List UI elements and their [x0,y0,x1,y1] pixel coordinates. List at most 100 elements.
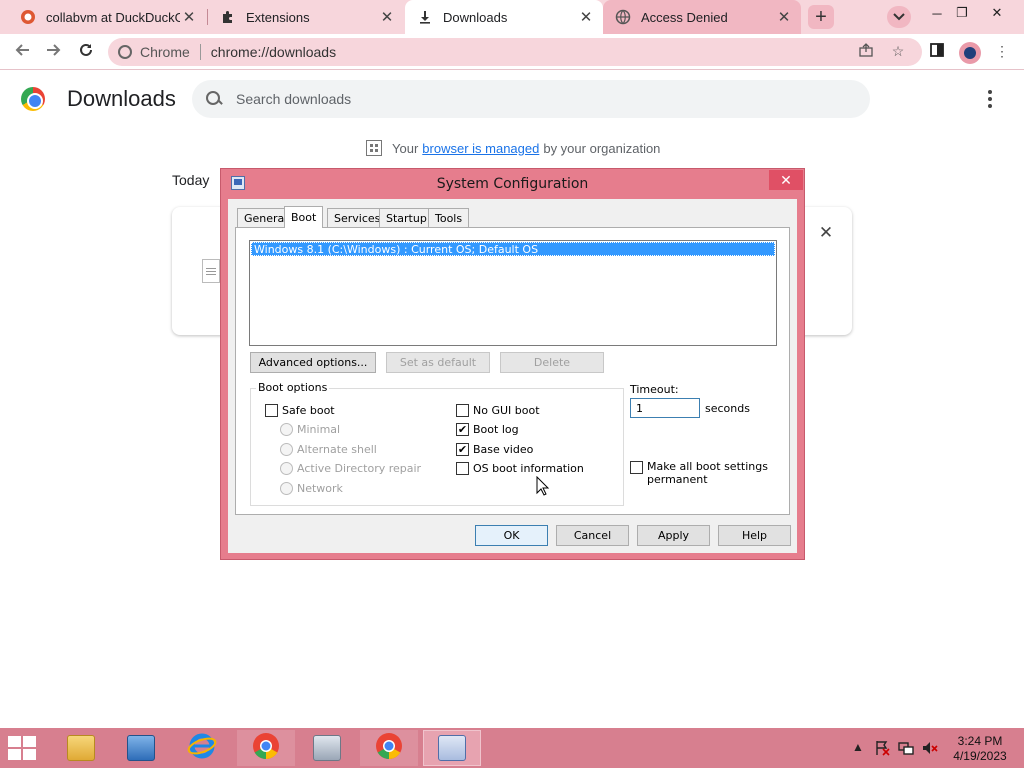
set-as-default-button[interactable]: Set as default [386,352,490,373]
action-center-flag-icon[interactable] [874,740,890,759]
managed-notice: Your browser is managed by your organiza… [366,140,660,156]
tab-strip: collabvm at DuckDuckGo ✕ Extensions ✕ Do… [0,0,1024,34]
taskbar-file-explorer[interactable] [52,730,110,766]
make-permanent-checkbox[interactable]: Make all boot settings permanent [630,460,770,486]
managed-prefix: Your [392,140,419,156]
taskbar: ▲ 3:24 PM 4/19/2023 [0,728,1024,768]
boot-log-checkbox[interactable]: ✔ Boot log [456,423,519,436]
restore-button[interactable]: ❐ [949,3,975,23]
base-video-checkbox[interactable]: ✔ Base video [456,443,533,456]
menu-dot [988,104,992,108]
side-panel-button[interactable] [926,40,948,62]
tab-access-denied[interactable]: Access Denied ✕ [603,0,801,34]
minimize-button[interactable]: ─ [924,3,950,23]
taskbar-chrome-2[interactable] [360,730,418,766]
show-hidden-icons-button[interactable]: ▲ [852,740,864,754]
os-boot-information-checkbox[interactable]: OS boot information [456,462,584,475]
bookmark-button[interactable]: ☆ [887,40,909,62]
forward-arrow-icon [46,42,62,63]
taskbar-chrome-1[interactable] [237,730,295,766]
os-list-item[interactable]: Windows 8.1 (C:\Windows) : Current OS; D… [251,242,775,256]
safe-boot-checkbox[interactable]: Safe boot [265,404,335,417]
taskbar-clock[interactable]: 3:24 PM 4/19/2023 [948,734,1012,764]
radio-circle [280,462,293,475]
forward-button[interactable] [42,40,66,64]
tab-duckduckgo[interactable]: collabvm at DuckDuckGo ✕ [8,0,206,34]
active-directory-repair-radio[interactable]: Active Directory repair [280,462,421,475]
duckduckgo-icon [20,9,36,25]
dialog-close-button[interactable]: ✕ [769,170,803,190]
timeout-input[interactable]: 1 [630,398,700,418]
tab-label: Access Denied [641,9,728,25]
close-icon[interactable]: ✕ [775,8,793,26]
tab-boot[interactable]: Boot [284,206,324,228]
network-icon[interactable] [898,740,914,759]
radio-circle [280,423,293,436]
os-boot-information-label: OS boot information [473,462,584,475]
cancel-button[interactable]: Cancel [556,525,629,546]
more-vert-icon: ⋮ [995,42,1009,59]
tab-extensions[interactable]: Extensions ✕ [208,0,404,34]
dialog-body: General Boot Services Startup Tools Wind… [228,199,797,553]
new-tab-button[interactable]: + [808,5,834,29]
help-button[interactable]: Help [718,525,791,546]
advanced-options-button[interactable]: Advanced options... [250,352,376,373]
boot-log-label: Boot log [473,423,519,436]
minimal-radio[interactable]: Minimal [280,423,340,436]
close-icon[interactable]: ✕ [577,8,595,26]
url-text[interactable]: chrome://downloads [211,44,336,60]
tab-search-button[interactable] [887,6,911,28]
profile-avatar-button[interactable] [959,42,981,64]
tab-tools[interactable]: Tools [428,208,470,227]
close-icon[interactable]: ✕ [378,8,396,26]
apply-button[interactable]: Apply [637,525,710,546]
share-icon [859,42,873,60]
address-bar[interactable]: Chrome chrome://downloads [108,38,922,66]
clock-date: 4/19/2023 [953,749,1007,763]
site-info-chip[interactable]: Chrome [108,44,190,60]
tab-label: Extensions [246,9,310,25]
close-icon: ✕ [991,5,1003,20]
site-label: Chrome [140,44,190,60]
restore-icon: ❐ [956,5,968,20]
network-label: Network [297,482,343,495]
taskbar-system-tool[interactable] [298,730,356,766]
network-radio[interactable]: Network [280,482,343,495]
control-panel-icon [127,735,155,761]
taskbar-control-panel[interactable] [112,730,170,766]
os-list[interactable]: Windows 8.1 (C:\Windows) : Current OS; D… [249,240,777,346]
search-bar[interactable] [192,80,870,118]
tab-downloads[interactable]: Downloads ✕ [405,0,603,34]
search-input[interactable] [236,91,836,107]
close-icon[interactable]: ✕ [180,8,198,26]
minimize-icon: ─ [932,5,942,21]
back-button[interactable] [10,40,34,64]
alternate-shell-radio[interactable]: Alternate shell [280,443,377,456]
internet-explorer-icon [187,732,217,765]
close-icon: ✕ [818,223,834,242]
menu-dot [988,97,992,101]
make-permanent-label: Make all boot settings permanent [647,460,768,486]
minimal-label: Minimal [297,423,341,436]
chrome-menu-button[interactable]: ⋮ [991,40,1013,62]
alternate-shell-label: Alternate shell [297,443,377,456]
reload-button[interactable] [74,40,98,64]
dialog-titlebar[interactable]: System Configuration ✕ [221,169,804,199]
share-button[interactable] [855,40,877,62]
close-icon: ✕ [780,171,792,188]
taskbar-internet-explorer[interactable] [173,730,231,766]
window-close-button[interactable]: ✕ [984,3,1010,23]
volume-muted-icon[interactable] [922,740,938,759]
delete-button[interactable]: Delete [500,352,604,373]
taskbar-system-configuration[interactable] [423,730,481,766]
start-button[interactable] [8,736,38,760]
remove-download-button[interactable]: ✕ [816,223,836,243]
reload-icon [78,42,94,63]
side-panel-icon [930,42,944,60]
downloads-menu-button[interactable] [980,88,1000,110]
managed-link[interactable]: browser is managed [422,141,539,156]
clock-time: 3:24 PM [957,734,1003,748]
no-gui-boot-checkbox[interactable]: No GUI boot [456,404,540,417]
tab-startup[interactable]: Startup [379,208,434,227]
ok-button[interactable]: OK [475,525,548,546]
